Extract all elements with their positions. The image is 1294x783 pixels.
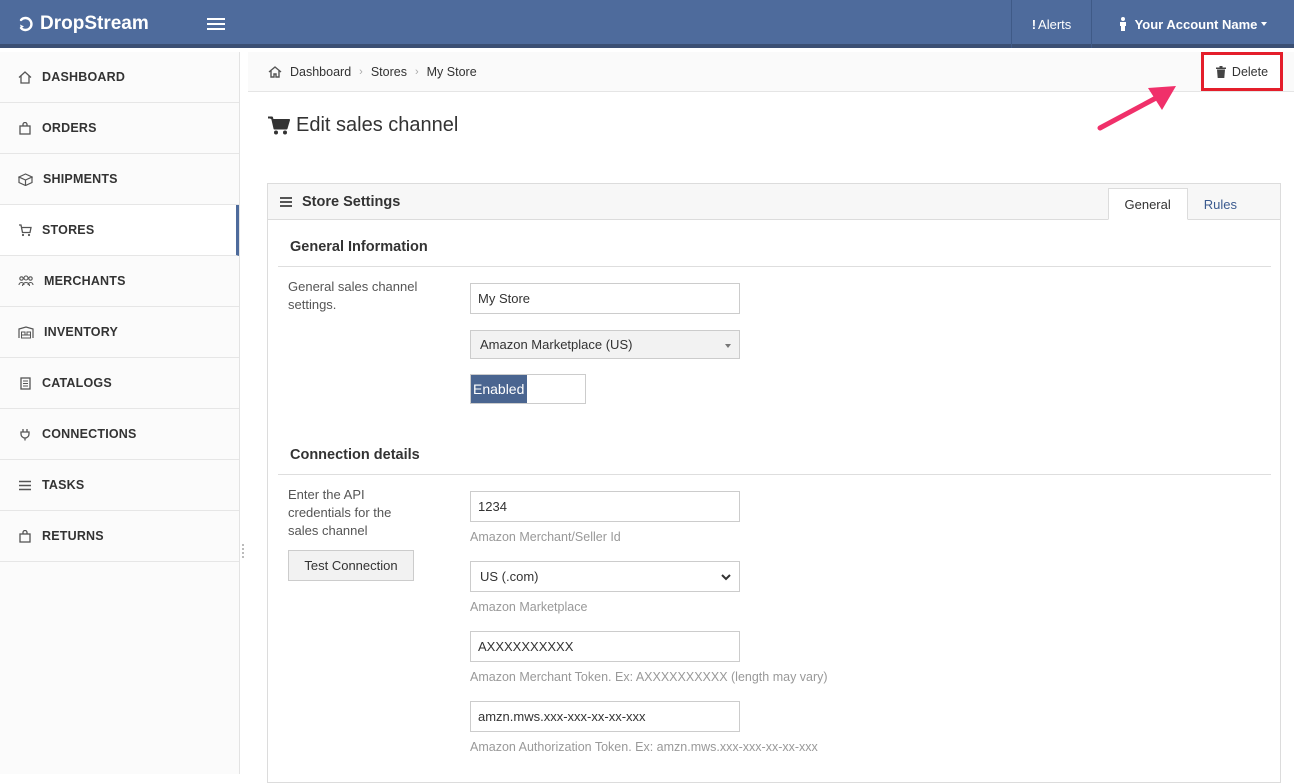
sidebar-item-label: SHIPMENTS xyxy=(43,172,118,186)
breadcrumb-stores[interactable]: Stores xyxy=(371,65,407,79)
trash-icon xyxy=(1215,65,1226,78)
marketplace-select[interactable]: US (.com) xyxy=(470,561,740,592)
connection-description: Enter the API credentials for the sales … xyxy=(288,487,392,538)
account-name: Your Account Name xyxy=(1134,16,1258,32)
chevron-right-icon: › xyxy=(414,66,419,78)
store-name-input[interactable] xyxy=(470,283,740,314)
menu-toggle-icon[interactable] xyxy=(207,15,225,33)
book-icon xyxy=(18,376,32,390)
annotation-arrow-icon xyxy=(1097,86,1176,131)
panel-title: Store Settings xyxy=(280,184,400,220)
section-divider xyxy=(278,474,1271,475)
sidebar-item-label: TASKS xyxy=(42,478,85,492)
auth-token-help: Amazon Authorization Token. Ex: amzn.mws… xyxy=(470,740,818,754)
channel-type-value: Amazon Marketplace (US) xyxy=(480,337,633,352)
merchant-token-help: Amazon Merchant Token. Ex: AXXXXXXXXXX (… xyxy=(470,670,828,684)
general-description: General sales channel settings. xyxy=(288,279,418,312)
caret-down-icon xyxy=(725,344,731,348)
plug-icon xyxy=(18,427,32,441)
sidebar-item-merchants[interactable]: MERCHANTS xyxy=(0,256,239,307)
sidebar-item-shipments[interactable]: SHIPMENTS xyxy=(0,154,239,205)
sidebar-item-label: INVENTORY xyxy=(44,325,119,339)
panel-title-text: Store Settings xyxy=(302,194,401,210)
caret-down-icon xyxy=(1261,22,1268,26)
general-information-heading: General Information xyxy=(290,239,428,255)
list-icon xyxy=(18,478,32,492)
sidebar: DASHBOARD ORDERS SHIPMENTS STORES MERCHA… xyxy=(0,52,240,774)
sidebar-item-label: CONNECTIONS xyxy=(42,427,137,441)
home-icon xyxy=(18,70,32,84)
merchant-id-input[interactable] xyxy=(470,491,740,522)
marketplace-value: US (.com) xyxy=(480,569,539,584)
users-icon xyxy=(18,274,34,288)
shopping-cart-icon xyxy=(268,116,290,135)
shopping-cart-icon xyxy=(18,223,32,237)
sidebar-item-tasks[interactable]: TASKS xyxy=(0,460,239,511)
enabled-toggle[interactable]: Enabled xyxy=(470,374,586,404)
shopping-bag-icon xyxy=(18,529,32,543)
sidebar-item-label: MERCHANTS xyxy=(44,274,126,288)
chevron-right-icon: › xyxy=(359,66,363,78)
sidebar-item-connections[interactable]: CONNECTIONS xyxy=(0,409,239,460)
channel-type-select[interactable]: Amazon Marketplace (US) xyxy=(470,330,740,359)
sidebar-item-label: STORES xyxy=(42,223,95,237)
breadcrumb-current: My Store xyxy=(426,65,477,79)
section-divider xyxy=(278,266,1271,267)
sidebar-item-label: CATALOGS xyxy=(42,376,112,390)
sidebar-item-catalogs[interactable]: CATALOGS xyxy=(0,358,239,409)
warehouse-icon xyxy=(18,325,34,339)
merchant-token-input[interactable] xyxy=(470,631,740,662)
list-icon xyxy=(280,195,292,209)
sidebar-item-inventory[interactable]: INVENTORY xyxy=(0,307,239,358)
sidebar-item-label: ORDERS xyxy=(42,121,97,135)
marketplace-help: Amazon Marketplace xyxy=(470,600,588,614)
auth-token-input[interactable] xyxy=(470,701,740,732)
panel-header: Store Settings General Rules xyxy=(268,184,1280,220)
sidebar-item-label: DASHBOARD xyxy=(42,70,126,84)
home-icon[interactable] xyxy=(268,66,282,78)
page-title: Edit sales channel xyxy=(268,114,458,137)
sidebar-resize-handle[interactable] xyxy=(242,544,245,560)
box-icon xyxy=(18,172,33,186)
dropstream-logo-icon xyxy=(19,16,33,32)
alerts-label: Alerts xyxy=(1038,16,1072,32)
brand-name: DropStream xyxy=(40,13,149,34)
store-settings-panel: Store Settings General Rules General Inf… xyxy=(267,183,1281,783)
page-title-text: Edit sales channel xyxy=(296,114,459,136)
breadcrumb-dashboard[interactable]: Dashboard xyxy=(290,65,351,79)
alerts-button[interactable]: ! Alerts xyxy=(1011,0,1091,48)
tab-rules[interactable]: Rules xyxy=(1188,188,1253,220)
merchant-id-help: Amazon Merchant/Seller Id xyxy=(470,530,621,544)
tab-general[interactable]: General xyxy=(1107,188,1188,220)
account-menu-button[interactable]: Your Account Name xyxy=(1091,0,1294,48)
sidebar-item-label: RETURNS xyxy=(42,529,104,543)
top-header: DropStream ! Alerts Your Account Name xyxy=(0,0,1294,48)
panel-tabs: General Rules xyxy=(1107,188,1254,220)
sidebar-item-orders[interactable]: ORDERS xyxy=(0,103,239,154)
connection-details-heading: Connection details xyxy=(290,447,420,463)
brand-logo[interactable]: DropStream xyxy=(18,0,149,48)
breadcrumb: Dashboard › Stores › My Store xyxy=(268,52,477,92)
delete-button[interactable]: Delete xyxy=(1201,52,1283,91)
delete-label: Delete xyxy=(1231,64,1269,79)
toggle-on-label: Enabled xyxy=(471,375,527,403)
test-connection-button[interactable]: Test Connection xyxy=(288,550,414,581)
shopping-bag-icon xyxy=(18,121,32,135)
exclamation-icon: ! xyxy=(1031,16,1037,32)
user-icon xyxy=(1119,17,1126,31)
sidebar-item-stores[interactable]: STORES xyxy=(0,205,239,256)
sidebar-item-returns[interactable]: RETURNS xyxy=(0,511,239,562)
chevron-down-icon xyxy=(721,574,731,581)
sidebar-item-dashboard[interactable]: DASHBOARD xyxy=(0,52,239,103)
